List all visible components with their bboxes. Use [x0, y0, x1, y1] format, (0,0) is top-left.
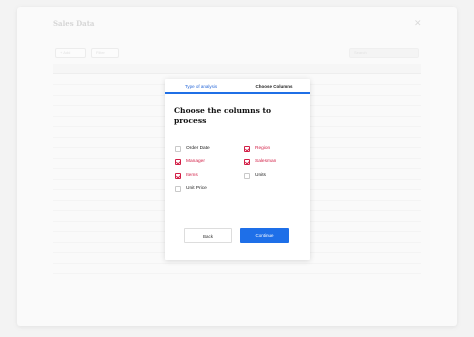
checkbox-icon: [244, 145, 250, 152]
checkbox-icon: [175, 158, 181, 165]
checkbox-icon: [244, 158, 250, 165]
checkbox-icon: [175, 172, 181, 179]
dialog-heading: Choose the columns to process: [174, 106, 272, 125]
checkbox-salesman[interactable]: Salesman: [244, 158, 276, 165]
checkbox-label: Manager: [186, 159, 205, 164]
checkbox-label: Salesman: [255, 159, 277, 164]
checkbox-label: Unit Price: [186, 186, 207, 191]
tab-bar: Type of analysis Choose Columns: [165, 79, 310, 94]
checkbox-icon: [175, 185, 181, 192]
checkbox-region[interactable]: Region: [244, 145, 270, 152]
checkbox-icon: [175, 145, 181, 152]
checkbox-items[interactable]: Items: [175, 172, 198, 179]
tab-underline: [165, 92, 310, 94]
back-button[interactable]: Back: [184, 228, 232, 243]
checkbox-manager[interactable]: Manager: [175, 158, 205, 165]
checkbox-label: Region: [255, 146, 271, 151]
checkbox-order-date[interactable]: Order Date: [175, 145, 210, 152]
checkbox-unit-price[interactable]: Unit Price: [175, 185, 207, 192]
checkbox-icon: [244, 172, 250, 179]
checkbox-label: Order Date: [186, 146, 210, 151]
checkbox-label: Items: [186, 173, 198, 178]
choose-columns-dialog: Type of analysis Choose Columns Choose t…: [165, 79, 310, 260]
checkbox-label: Units: [255, 173, 266, 178]
checkbox-units[interactable]: Units: [244, 172, 266, 179]
continue-button[interactable]: Continue: [240, 228, 289, 243]
